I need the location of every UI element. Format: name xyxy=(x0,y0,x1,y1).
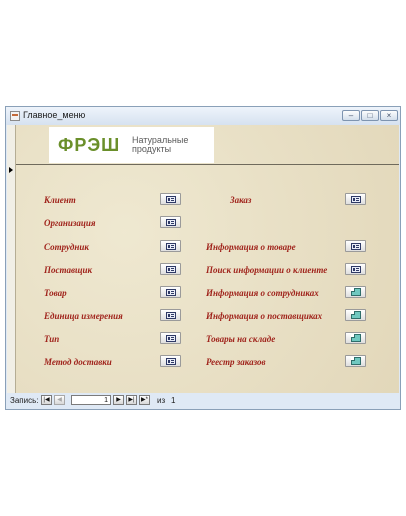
logo: ФРЭШ Натуральные продукты xyxy=(49,127,214,163)
open-orders-register-button[interactable] xyxy=(345,355,366,367)
open-product-info-button[interactable] xyxy=(345,240,366,252)
record-selector[interactable] xyxy=(7,125,16,393)
label-supplier: Поставщик xyxy=(44,265,93,275)
label-orders-register: Реестр заказов xyxy=(206,357,266,367)
report-icon xyxy=(351,357,361,365)
form-icon xyxy=(351,196,361,203)
form-window-icon xyxy=(10,111,20,121)
label-supplier-report: Информация о поставщиках xyxy=(206,311,323,321)
label-stock-report: Товары на складе xyxy=(206,334,276,344)
minimize-icon: – xyxy=(348,111,354,120)
open-order-button[interactable] xyxy=(345,193,366,205)
open-client-search-button[interactable] xyxy=(345,263,366,275)
form-icon xyxy=(166,312,176,319)
new-record-button[interactable]: ▶* xyxy=(139,395,150,405)
main-menu-window: Главное_меню – □ × ФРЭШ Натуральные прод… xyxy=(5,106,401,410)
open-unit-button[interactable] xyxy=(160,309,181,321)
open-delivery-method-button[interactable] xyxy=(160,355,181,367)
next-record-button[interactable]: ▶ xyxy=(113,395,124,405)
logo-mark: ФРЭШ xyxy=(58,135,121,155)
close-icon: × xyxy=(386,111,392,120)
maximize-icon: □ xyxy=(367,111,373,120)
last-record-button[interactable]: ▶| xyxy=(126,395,137,405)
report-icon xyxy=(351,334,361,342)
form-icon xyxy=(351,266,361,273)
report-icon xyxy=(351,311,361,319)
maximize-button[interactable]: □ xyxy=(361,110,379,121)
form-icon xyxy=(166,289,176,296)
form-icon xyxy=(166,266,176,273)
label-employee: Сотрудник xyxy=(44,242,89,252)
open-employee-button[interactable] xyxy=(160,240,181,252)
form-icon xyxy=(166,358,176,365)
label-unit: Единица измерения xyxy=(44,311,123,321)
open-type-button[interactable] xyxy=(160,332,181,344)
form-icon xyxy=(166,335,176,342)
label-client: Клиент xyxy=(44,195,76,205)
open-client-button[interactable] xyxy=(160,193,181,205)
record-of-label: из xyxy=(157,396,166,405)
form-icon xyxy=(166,219,176,226)
open-organization-button[interactable] xyxy=(160,216,181,228)
label-employee-report: Информация о сотрудниках xyxy=(206,288,319,298)
form-icon xyxy=(166,243,176,250)
previous-record-button[interactable]: ◀ xyxy=(54,395,65,405)
logo-subtitle-line2: продукты xyxy=(132,144,172,154)
label-client-search: Поиск информации о клиенте xyxy=(206,265,328,275)
record-total: 1 xyxy=(171,396,176,405)
label-organization: Организация xyxy=(44,218,96,228)
form-icon xyxy=(166,196,176,203)
form-icon xyxy=(351,243,361,250)
open-stock-report-button[interactable] xyxy=(345,332,366,344)
first-record-button[interactable]: |◀ xyxy=(41,395,52,405)
report-icon xyxy=(351,288,361,296)
label-product: Товар xyxy=(44,288,67,298)
record-navigation-bar: Запись: |◀ ◀ 1 ▶ ▶| ▶* из 1 xyxy=(7,393,399,409)
close-button[interactable]: × xyxy=(380,110,398,121)
open-product-button[interactable] xyxy=(160,286,181,298)
label-type: Тип xyxy=(44,334,60,344)
open-employee-report-button[interactable] xyxy=(345,286,366,298)
title-bar[interactable]: Главное_меню – □ × xyxy=(6,107,400,125)
record-pointer-icon xyxy=(9,167,13,173)
form-body: ФРЭШ Натуральные продукты Клиент Организ… xyxy=(7,125,399,393)
label-product-info: Информация о товаре xyxy=(206,242,296,252)
label-order: Заказ xyxy=(230,195,252,205)
label-delivery-method: Метод доставки xyxy=(44,357,112,367)
logo-subtitle: Натуральные продукты xyxy=(132,136,188,154)
minimize-button[interactable]: – xyxy=(342,110,360,121)
window-title: Главное_меню xyxy=(23,110,86,120)
record-label: Запись: xyxy=(10,396,39,405)
open-supplier-button[interactable] xyxy=(160,263,181,275)
current-record-field[interactable]: 1 xyxy=(71,395,111,405)
open-supplier-report-button[interactable] xyxy=(345,309,366,321)
header-divider xyxy=(16,164,399,165)
